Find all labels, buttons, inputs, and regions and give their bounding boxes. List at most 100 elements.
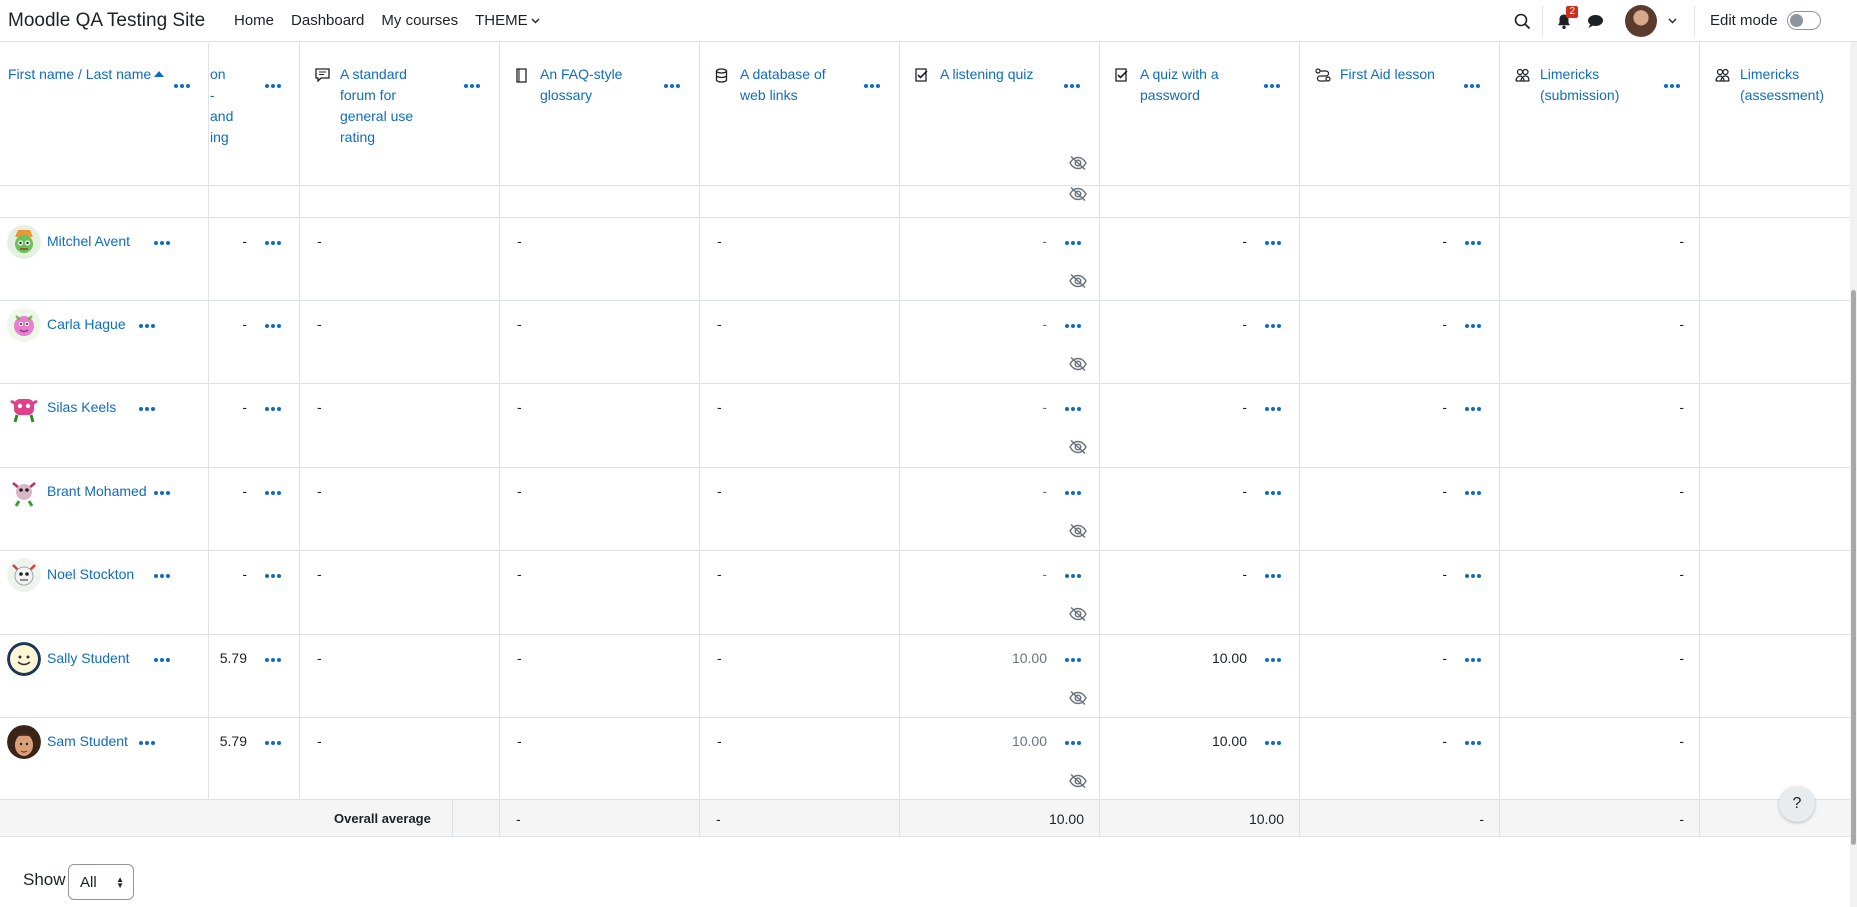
sort-ascending-icon[interactable] [154, 71, 165, 77]
grade-cell-actions-menu[interactable] [1263, 236, 1283, 250]
grade-cell-partial[interactable]: - [210, 316, 247, 332]
grade-cell-glossary[interactable]: - [517, 483, 522, 499]
column-header-database[interactable]: web links [740, 85, 798, 106]
grade-cell-actions-menu[interactable] [1263, 653, 1283, 667]
grade-cell-listening-quiz[interactable]: - [1000, 316, 1047, 332]
grade-cell-database[interactable]: - [717, 483, 722, 499]
grade-cell-glossary[interactable]: - [517, 316, 522, 332]
student-name-link[interactable]: Noel Stockton [47, 566, 134, 582]
student-actions-menu[interactable] [137, 736, 157, 750]
grade-cell-actions-menu[interactable] [1463, 486, 1483, 500]
grade-cell-listening-quiz[interactable]: - [1000, 483, 1047, 499]
grade-cell-glossary[interactable]: - [517, 733, 522, 749]
grade-cell-partial[interactable]: - [210, 566, 247, 582]
grade-cell-lesson[interactable]: - [1400, 316, 1447, 332]
grade-cell-limericks-submission[interactable]: - [1640, 733, 1684, 749]
grade-cell-database[interactable]: - [717, 566, 722, 582]
grade-cell-database[interactable]: - [717, 233, 722, 249]
grade-cell-actions-menu[interactable] [1463, 569, 1483, 583]
grade-cell-actions-menu[interactable] [1463, 402, 1483, 416]
grade-cell-forum[interactable]: - [317, 733, 322, 749]
grade-cell-forum[interactable]: - [317, 316, 322, 332]
grade-cell-actions-menu[interactable] [263, 486, 283, 500]
grade-cell-password-quiz[interactable]: - [1200, 483, 1247, 499]
column-header-password-quiz[interactable]: password [1140, 85, 1200, 106]
grade-cell-actions-menu[interactable] [263, 319, 283, 333]
name-column-header[interactable]: First name / Last name [8, 64, 165, 85]
grade-cell-password-quiz[interactable]: - [1200, 399, 1247, 415]
grade-cell-actions-menu[interactable] [1463, 236, 1483, 250]
grade-cell-listening-quiz[interactable]: 10.00 [1000, 650, 1047, 666]
grade-cell-limericks-submission[interactable]: - [1640, 566, 1684, 582]
student-avatar[interactable] [7, 558, 41, 592]
column-header-lesson[interactable]: First Aid lesson [1340, 64, 1435, 85]
student-name-link[interactable]: Sam Student [47, 733, 128, 749]
student-actions-menu[interactable] [152, 653, 172, 667]
nav-theme-menu[interactable]: THEME [475, 12, 540, 29]
user-menu-chevron-icon[interactable] [1661, 10, 1683, 32]
grade-cell-database[interactable]: - [717, 650, 722, 666]
partial-column-header-line[interactable]: on [210, 64, 226, 85]
grade-cell-actions-menu[interactable] [1063, 236, 1083, 250]
student-avatar[interactable] [7, 642, 41, 676]
grade-cell-database[interactable]: - [717, 316, 722, 332]
student-actions-menu[interactable] [137, 402, 157, 416]
grade-cell-password-quiz[interactable]: - [1200, 233, 1247, 249]
grade-cell-actions-menu[interactable] [1263, 736, 1283, 750]
grade-cell-glossary[interactable]: - [517, 233, 522, 249]
grade-cell-actions-menu[interactable] [1063, 736, 1083, 750]
column-actions-menu-forum[interactable] [462, 79, 482, 93]
grade-cell-actions-menu[interactable] [1463, 736, 1483, 750]
search-icon[interactable] [1511, 10, 1533, 32]
grade-cell-partial[interactable]: - [210, 233, 247, 249]
grade-cell-lesson[interactable]: - [1400, 566, 1447, 582]
grade-cell-actions-menu[interactable] [263, 736, 283, 750]
partial-column-header-line[interactable]: and [210, 106, 233, 127]
student-name-link[interactable]: Brant Mohamed [47, 483, 147, 499]
grade-cell-lesson[interactable]: - [1400, 483, 1447, 499]
grade-cell-listening-quiz[interactable]: 10.00 [1000, 733, 1047, 749]
grade-cell-password-quiz[interactable]: - [1200, 316, 1247, 332]
show-per-page-select[interactable]: All ▲ ▼ [68, 864, 134, 900]
grade-cell-password-quiz[interactable]: 10.00 [1200, 650, 1247, 666]
column-actions-menu-listening-quiz[interactable] [1062, 79, 1082, 93]
grade-cell-limericks-submission[interactable]: - [1640, 483, 1684, 499]
student-avatar[interactable] [7, 725, 41, 759]
grade-cell-actions-menu[interactable] [1063, 319, 1083, 333]
grade-cell-glossary[interactable]: - [517, 566, 522, 582]
column-header-listening-quiz[interactable]: A listening quiz [940, 64, 1033, 85]
grade-cell-glossary[interactable]: - [517, 650, 522, 666]
student-actions-menu[interactable] [152, 486, 172, 500]
grade-cell-lesson[interactable]: - [1400, 650, 1447, 666]
grade-cell-actions-menu[interactable] [263, 653, 283, 667]
student-avatar[interactable] [7, 225, 41, 259]
column-actions-menu-limericks-submission[interactable] [1662, 79, 1682, 93]
student-actions-menu[interactable] [152, 569, 172, 583]
column-header-forum[interactable]: A standard [340, 64, 407, 85]
student-actions-menu[interactable] [152, 236, 172, 250]
column-header-forum[interactable]: forum for [340, 85, 396, 106]
grade-cell-actions-menu[interactable] [1263, 569, 1283, 583]
grade-cell-listening-quiz[interactable]: - [1000, 399, 1047, 415]
column-actions-menu-password-quiz[interactable] [1262, 79, 1282, 93]
edit-mode-toggle[interactable] [1787, 11, 1821, 30]
column-header-glossary[interactable]: glossary [540, 85, 592, 106]
grade-cell-glossary[interactable]: - [517, 399, 522, 415]
grade-cell-partial[interactable]: 5.79 [210, 650, 247, 666]
column-header-limericks-submission[interactable]: (submission) [1540, 85, 1619, 106]
grade-cell-partial[interactable]: - [210, 399, 247, 415]
grade-cell-actions-menu[interactable] [1263, 319, 1283, 333]
grade-cell-actions-menu[interactable] [1063, 402, 1083, 416]
grade-cell-limericks-submission[interactable]: - [1640, 399, 1684, 415]
help-button[interactable]: ? [1779, 786, 1815, 822]
grade-cell-listening-quiz[interactable]: - [1000, 233, 1047, 249]
grade-cell-actions-menu[interactable] [1263, 486, 1283, 500]
grade-cell-actions-menu[interactable] [1063, 569, 1083, 583]
site-brand[interactable]: Moodle QA Testing Site [8, 10, 205, 32]
grade-cell-limericks-submission[interactable]: - [1640, 233, 1684, 249]
column-header-limericks-assessment[interactable]: Limericks [1740, 64, 1799, 85]
grade-cell-actions-menu[interactable] [263, 236, 283, 250]
grade-cell-limericks-submission[interactable]: - [1640, 650, 1684, 666]
column-header-glossary[interactable]: An FAQ-style [540, 64, 622, 85]
grade-cell-partial[interactable]: 5.79 [210, 733, 247, 749]
